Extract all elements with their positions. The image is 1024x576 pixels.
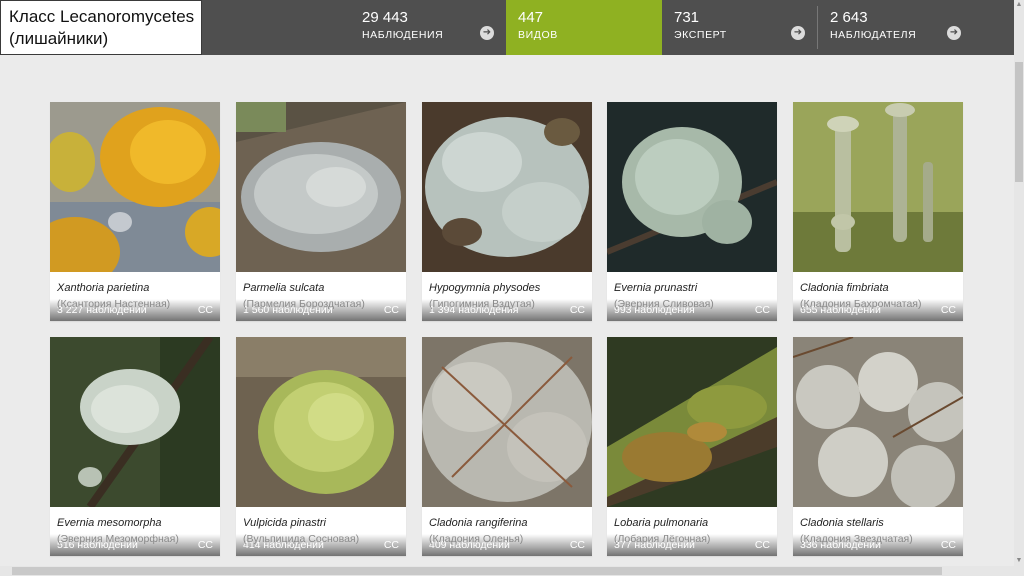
species-latin-name[interactable]: Hypogymnia physodes — [429, 282, 540, 294]
species-photo[interactable] — [422, 102, 592, 272]
stat-experts-value: 731 — [674, 9, 700, 26]
stats-bar: Класс Lecanoromycetes (лишайники) 29 443… — [0, 0, 1014, 55]
horizontal-scroll-thumb[interactable] — [12, 567, 942, 575]
arrow-right-circle-icon[interactable]: ➜ — [480, 26, 494, 40]
species-card[interactable]: 3 227 наблюдений CC Xanthoria parietina … — [50, 102, 220, 321]
species-photo[interactable] — [607, 337, 777, 507]
species-photo[interactable] — [422, 337, 592, 507]
license-badge: CC — [383, 304, 399, 316]
species-card[interactable]: 655 наблюдений CC Cladonia fimbriata (Кл… — [793, 102, 963, 321]
species-card[interactable]: 336 наблюдений CC Cladonia stellaris (Кл… — [793, 337, 963, 556]
page-title-line2: (лишайники) — [9, 29, 109, 48]
species-latin-name[interactable]: Xanthoria parietina — [57, 282, 149, 294]
license-badge: CC — [383, 539, 399, 551]
species-common-name: (Пармелия Бороздчатая) — [243, 298, 365, 310]
species-latin-name[interactable]: Evernia mesomorpha — [57, 517, 162, 529]
stat-species[interactable]: 447 ВИДОВ — [506, 0, 662, 55]
species-photo[interactable] — [236, 102, 406, 272]
species-latin-name[interactable]: Evernia prunastri — [614, 282, 697, 294]
page-title: Класс Lecanoromycetes (лишайники) — [0, 0, 202, 55]
stat-experts[interactable]: 731 ЭКСПЕРТ ➜ — [674, 0, 814, 55]
species-common-name: (Гипогимния Вздутая) — [429, 298, 535, 310]
species-latin-name[interactable]: Cladonia stellaris — [800, 517, 884, 529]
species-latin-name[interactable]: Vulpicida pinastri — [243, 517, 326, 529]
arrow-right-circle-icon[interactable]: ➜ — [791, 26, 805, 40]
species-common-name: (Кладония Оленья) — [429, 533, 524, 545]
species-photo[interactable] — [50, 337, 220, 507]
species-card[interactable]: 1 394 наблюдения CC Hypogymnia physodes … — [422, 102, 592, 321]
species-latin-name[interactable]: Cladonia rangiferina — [429, 517, 527, 529]
species-card[interactable]: 414 наблюдений CC Vulpicida pinastri (Ву… — [236, 337, 406, 556]
license-badge: CC — [940, 304, 956, 316]
species-photo[interactable] — [793, 337, 963, 507]
species-photo[interactable] — [607, 102, 777, 272]
stat-species-label: ВИДОВ — [518, 29, 558, 41]
vertical-scrollbar[interactable]: ▲ ▼ — [1014, 0, 1024, 566]
species-card[interactable]: 377 наблюдений CC Lobaria pulmonaria (Ло… — [607, 337, 777, 556]
species-card[interactable]: 993 наблюдения CC Evernia prunastri (Эве… — [607, 102, 777, 321]
stat-observers-value: 2 643 — [830, 9, 868, 26]
species-common-name: (Вульпицида Сосновая) — [243, 533, 360, 545]
divider — [817, 6, 818, 49]
species-photo[interactable] — [50, 102, 220, 272]
species-latin-name[interactable]: Cladonia fimbriata — [800, 282, 889, 294]
species-latin-name[interactable]: Lobaria pulmonaria — [614, 517, 708, 529]
license-badge: CC — [940, 539, 956, 551]
license-badge: CC — [197, 539, 213, 551]
stat-observers[interactable]: 2 643 НАБЛЮДАТЕЛЯ ➜ — [830, 0, 980, 55]
species-grid: 3 227 наблюдений CC Xanthoria parietina … — [50, 102, 964, 557]
species-photo[interactable] — [793, 102, 963, 272]
species-common-name: (Кладония Бахромчатая) — [800, 298, 922, 310]
species-photo[interactable] — [236, 337, 406, 507]
scroll-down-icon[interactable]: ▼ — [1014, 556, 1024, 566]
horizontal-scrollbar[interactable] — [0, 566, 1024, 576]
license-badge: CC — [754, 539, 770, 551]
species-common-name: (Ксантория Настенная) — [57, 298, 171, 310]
license-badge: CC — [569, 539, 585, 551]
species-card[interactable]: 409 наблюдений CC Cladonia rangiferina (… — [422, 337, 592, 556]
arrow-right-circle-icon[interactable]: ➜ — [947, 26, 961, 40]
species-card[interactable]: 516 наблюдений CC Evernia mesomorpha (Эв… — [50, 337, 220, 556]
page-title-line1: Класс Lecanoromycetes — [9, 7, 195, 26]
stat-observations[interactable]: 29 443 НАБЛЮДЕНИЯ ➜ — [362, 0, 502, 55]
stat-species-value: 447 — [518, 9, 544, 26]
species-common-name: (Лобария Лёгочная) — [614, 533, 711, 545]
species-latin-name[interactable]: Parmelia sulcata — [243, 282, 324, 294]
license-badge: CC — [569, 304, 585, 316]
stat-observations-value: 29 443 — [362, 9, 408, 26]
license-badge: CC — [754, 304, 770, 316]
license-badge: CC — [197, 304, 213, 316]
species-card[interactable]: 1 560 наблюдений CC Parmelia sulcata (Па… — [236, 102, 406, 321]
species-common-name: (Эверния Сливовая) — [614, 298, 714, 310]
species-common-name: (Кладония Звездчатая) — [800, 533, 913, 545]
scroll-up-icon[interactable]: ▲ — [1014, 0, 1024, 10]
species-common-name: (Эверния Мезоморфная) — [57, 533, 179, 545]
vertical-scroll-thumb[interactable] — [1015, 62, 1023, 182]
